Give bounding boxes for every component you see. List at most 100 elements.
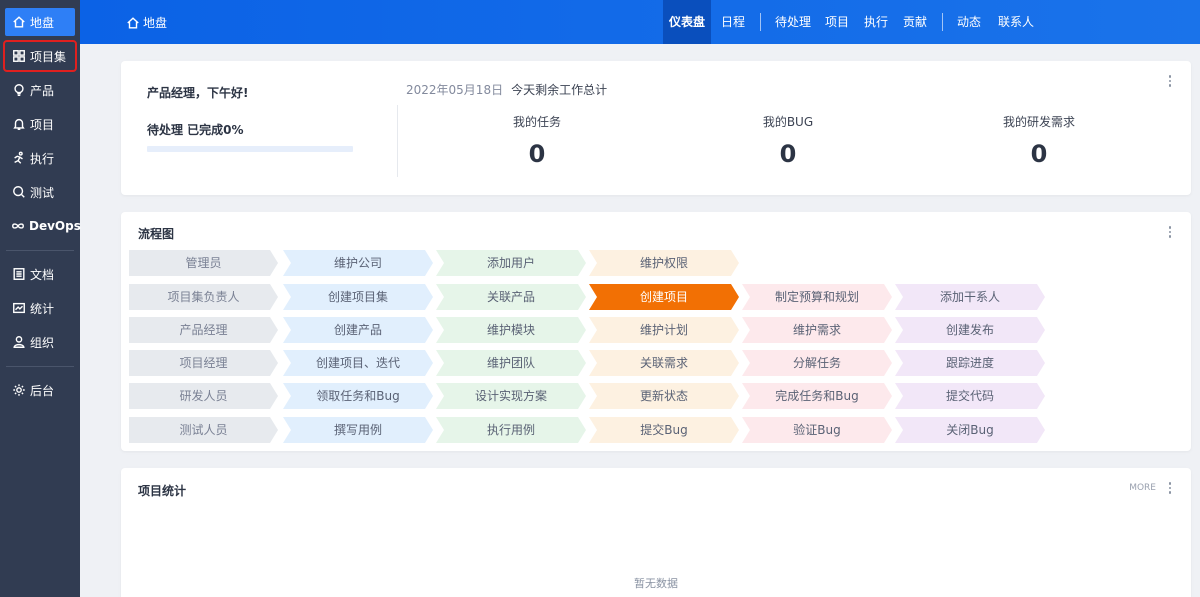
flow-step[interactable]: 添加用户 — [436, 250, 586, 276]
stat-my-tasks[interactable]: 我的任务 0 — [437, 113, 637, 168]
flow-step[interactable]: 验证Bug — [742, 417, 892, 443]
doc-icon — [11, 267, 26, 282]
sidebar-item-admin[interactable]: 后台 — [5, 376, 75, 404]
sidebar-divider — [6, 366, 74, 367]
chart-icon — [11, 301, 26, 316]
tab-dynamic[interactable]: 动态 — [953, 0, 985, 44]
flow-role-label: 管理员 — [129, 250, 278, 276]
tab-dashboard[interactable]: 仪表盘 — [663, 0, 711, 44]
tab-execution[interactable]: 执行 — [860, 0, 892, 44]
flow-step[interactable]: 更新状态 — [589, 383, 739, 409]
sidebar-item-label: 测试 — [30, 185, 55, 200]
stat-label: 我的任务 — [512, 115, 561, 129]
progress-bar — [147, 146, 353, 152]
gear-icon — [11, 383, 26, 398]
flow-step[interactable]: 关联产品 — [436, 284, 586, 310]
flow-step[interactable]: 执行用例 — [436, 417, 586, 443]
sidebar-item-dashboard[interactable]: 地盘 — [5, 8, 75, 36]
sidebar-item-label: DevOps — [29, 219, 81, 233]
sidebar-item-project[interactable]: 项目 — [5, 110, 75, 138]
sidebar-item-test[interactable]: 测试 — [5, 178, 75, 206]
stat-value: 0 — [779, 140, 797, 168]
sidebar-item-label: 组织 — [30, 335, 55, 350]
flow-step[interactable]: 维护团队 — [436, 350, 586, 376]
flow-step[interactable]: 创建项目、迭代 — [283, 350, 433, 376]
flow-role-label: 项目集负责人 — [129, 284, 278, 310]
stat-my-stories[interactable]: 我的研发需求 0 — [939, 113, 1139, 168]
flow-step[interactable]: 提交Bug — [589, 417, 739, 443]
tab-contacts[interactable]: 联系人 — [994, 0, 1038, 44]
sidebar-item-devops[interactable]: DevOps — [5, 212, 81, 240]
stat-value: 0 — [528, 140, 546, 168]
sidebar-item-program[interactable]: 项目集 — [3, 40, 77, 72]
sidebar-item-label: 文档 — [30, 267, 55, 282]
card-title: 流程图 — [138, 227, 175, 241]
flow-role-label: 测试人员 — [129, 417, 278, 443]
flow-step[interactable]: 撰写用例 — [283, 417, 433, 443]
flow-step[interactable]: 关闭Bug — [895, 417, 1045, 443]
sidebar-item-org[interactable]: 组织 — [5, 328, 75, 356]
flow-step[interactable]: 分解任务 — [742, 350, 892, 376]
date-line: 2022年05月18日 今天剩余工作总计 — [406, 81, 607, 98]
stat-value: 0 — [1030, 140, 1048, 168]
sidebar-item-product[interactable]: 产品 — [5, 76, 75, 104]
welcome-card: 产品经理，下午好! 待处理 已完成0% 2022年05月18日 今天剩余工作总计 … — [121, 61, 1191, 195]
flow-step[interactable]: 设计实现方案 — [436, 383, 586, 409]
more-link[interactable]: MORE — [1129, 483, 1156, 493]
sidebar-item-label: 项目集 — [30, 49, 67, 64]
flow-step[interactable]: 维护需求 — [742, 317, 892, 343]
flow-step[interactable]: 维护模块 — [436, 317, 586, 343]
sidebar-item-execution[interactable]: 执行 — [5, 144, 75, 172]
summary-title: 今天剩余工作总计 — [511, 83, 608, 97]
flow-step[interactable]: 创建发布 — [895, 317, 1045, 343]
flow-step[interactable]: 创建产品 — [283, 317, 433, 343]
home-icon — [11, 15, 26, 30]
tab-calendar[interactable]: 日程 — [717, 0, 749, 44]
bell-icon — [11, 117, 26, 132]
sidebar-item-label: 统计 — [30, 301, 55, 316]
flow-role-label: 项目经理 — [129, 350, 278, 376]
sidebar-divider — [6, 250, 74, 251]
flow-step[interactable]: 维护公司 — [283, 250, 433, 276]
more-menu-icon[interactable] — [1168, 226, 1172, 238]
flow-step[interactable]: 维护计划 — [589, 317, 739, 343]
sidebar-item-report[interactable]: 统计 — [5, 294, 75, 322]
header-divider — [760, 13, 761, 31]
user-icon — [11, 335, 26, 350]
project-stats-card: 项目统计 MORE 暂无数据 — [121, 468, 1191, 597]
flow-step[interactable]: 关联需求 — [589, 350, 739, 376]
empty-state: 暂无数据 — [634, 577, 678, 590]
flow-role-label: 产品经理 — [129, 317, 278, 343]
sidebar-item-label: 后台 — [30, 383, 55, 398]
more-menu-icon[interactable] — [1168, 75, 1172, 87]
infinity-icon — [11, 219, 25, 234]
flow-step[interactable]: 完成任务和Bug — [742, 383, 892, 409]
flow-step[interactable]: 添加干系人 — [895, 284, 1045, 310]
tab-todo[interactable]: 待处理 — [771, 0, 815, 44]
run-icon — [11, 151, 26, 166]
flow-step[interactable]: 领取任务和Bug — [283, 383, 433, 409]
sidebar-item-label: 执行 — [30, 151, 55, 166]
tab-contribute[interactable]: 贡献 — [899, 0, 931, 44]
lightbulb-icon — [11, 83, 26, 98]
flow-step[interactable]: 制定预算和规划 — [742, 284, 892, 310]
flow-step[interactable]: 创建项目集 — [283, 284, 433, 310]
flow-step[interactable]: 提交代码 — [895, 383, 1045, 409]
tab-project[interactable]: 项目 — [821, 0, 853, 44]
sidebar: 地盘 项目集 产品 项目 执行 测试 DevOps 文档 统计 组织 后台 — [0, 0, 81, 597]
stat-label: 我的BUG — [762, 115, 814, 129]
card-divider — [397, 105, 398, 177]
sidebar-item-label: 地盘 — [30, 15, 55, 30]
top-header: 地盘 仪表盘 日程 待处理 项目 执行 贡献 动态 联系人 — [80, 0, 1200, 44]
flow-step[interactable]: 创建项目 — [589, 284, 739, 310]
sidebar-item-label: 产品 — [30, 83, 55, 98]
header-divider — [942, 13, 943, 31]
stat-my-bugs[interactable]: 我的BUG 0 — [688, 113, 888, 168]
sidebar-item-doc[interactable]: 文档 — [5, 260, 75, 288]
flow-step[interactable]: 跟踪进度 — [895, 350, 1045, 376]
search-icon — [11, 185, 26, 200]
breadcrumb[interactable]: 地盘 — [126, 14, 167, 31]
flow-step[interactable]: 维护权限 — [589, 250, 739, 276]
more-menu-icon[interactable] — [1168, 482, 1172, 494]
date-text: 2022年05月18日 — [406, 83, 504, 97]
